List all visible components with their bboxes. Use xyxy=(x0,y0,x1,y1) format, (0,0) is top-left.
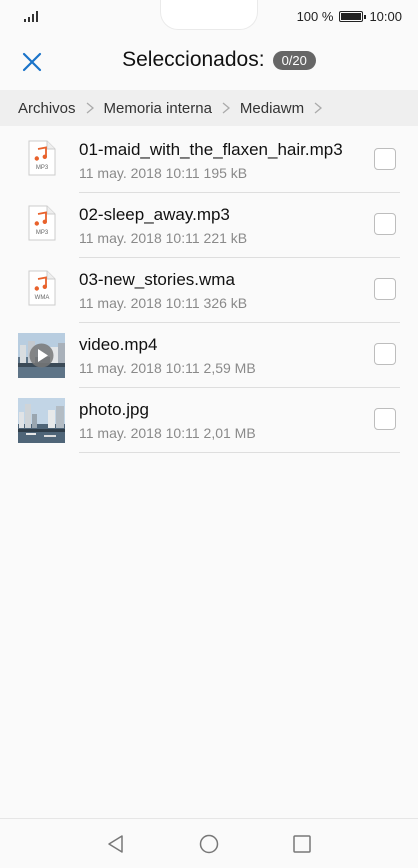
file-meta: 11 may. 2018 10:11 326 kB xyxy=(79,295,248,311)
audio-file-icon: WMA xyxy=(28,270,56,306)
status-bar: 100 % 10:00 xyxy=(0,0,418,34)
image-thumbnail xyxy=(18,398,65,443)
recents-icon[interactable] xyxy=(291,833,313,855)
breadcrumb-item-archivos[interactable]: Archivos xyxy=(18,100,76,117)
file-type-label: WMA xyxy=(35,295,50,301)
file-row[interactable]: MP3 01-maid_with_the_flaxen_hair.mp3 11 … xyxy=(0,128,418,193)
file-row[interactable]: photo.jpg 11 may. 2018 10:11 2,01 MB xyxy=(0,388,418,453)
file-row[interactable]: MP3 02-sleep_away.mp3 11 may. 2018 10:11… xyxy=(0,193,418,258)
navigation-bar xyxy=(0,818,418,868)
file-name: photo.jpg xyxy=(79,400,149,419)
file-checkbox[interactable] xyxy=(374,278,396,300)
file-checkbox[interactable] xyxy=(374,148,396,170)
file-row[interactable]: video.mp4 11 may. 2018 10:11 2,59 MB xyxy=(0,323,418,388)
selection-count-badge: 0/20 xyxy=(272,50,316,70)
file-name: 02-sleep_away.mp3 xyxy=(79,205,230,224)
battery-percent: 100 % xyxy=(296,9,334,24)
breadcrumb-item-mediawm[interactable]: Mediawm xyxy=(240,100,304,117)
file-checkbox[interactable] xyxy=(374,213,396,235)
file-row[interactable]: WMA 03-new_stories.wma 11 may. 2018 10:1… xyxy=(0,258,418,323)
file-meta: 11 may. 2018 10:11 2,01 MB xyxy=(79,425,256,441)
breadcrumb-item-memoria-interna[interactable]: Memoria interna xyxy=(104,100,212,117)
file-meta: 11 may. 2018 10:11 195 kB xyxy=(79,165,248,181)
file-meta: 11 may. 2018 10:11 221 kB xyxy=(79,230,248,246)
audio-file-icon: MP3 xyxy=(28,205,56,241)
signal-icon xyxy=(24,10,40,22)
file-checkbox[interactable] xyxy=(374,408,396,430)
page-title: Seleccionados: xyxy=(122,48,265,71)
file-name: video.mp4 xyxy=(79,335,158,354)
audio-file-icon: MP3 xyxy=(28,140,56,176)
file-name: 03-new_stories.wma xyxy=(79,270,235,289)
battery-icon xyxy=(339,11,367,22)
home-icon[interactable] xyxy=(198,833,220,855)
file-type-label: MP3 xyxy=(36,165,49,171)
file-name: 01-maid_with_the_flaxen_hair.mp3 xyxy=(79,140,343,159)
file-list: MP3 01-maid_with_the_flaxen_hair.mp3 11 … xyxy=(0,128,418,453)
chevron-right-icon xyxy=(86,102,94,114)
camera-notch xyxy=(160,0,258,30)
file-type-label: MP3 xyxy=(36,230,49,236)
file-meta: 11 may. 2018 10:11 2,59 MB xyxy=(79,360,256,376)
breadcrumb: Archivos Memoria interna Mediawm xyxy=(0,90,418,126)
back-icon[interactable] xyxy=(105,833,127,855)
selection-header: Seleccionados: 0/20 xyxy=(0,34,418,88)
file-checkbox[interactable] xyxy=(374,343,396,365)
status-right: 100 % 10:00 xyxy=(297,9,402,24)
chevron-right-icon xyxy=(222,102,230,114)
divider xyxy=(79,452,400,453)
clock: 10:00 xyxy=(369,9,402,24)
chevron-right-icon xyxy=(314,102,323,114)
video-thumbnail xyxy=(18,333,65,378)
